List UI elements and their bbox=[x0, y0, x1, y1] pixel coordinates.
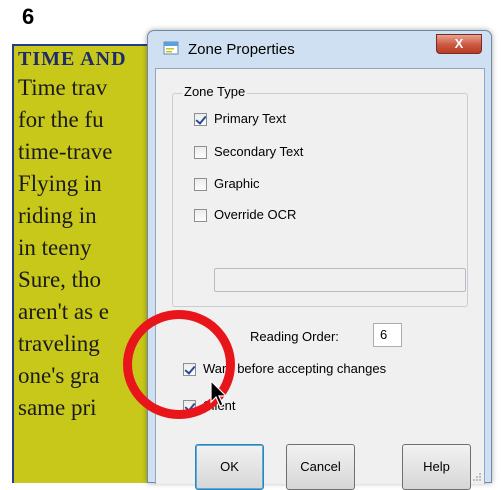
zone-properties-dialog: Zone Properties X Zone Type Primary Text… bbox=[147, 30, 492, 490]
resize-grip-icon[interactable] bbox=[472, 472, 482, 482]
doc-line: same pri bbox=[18, 395, 97, 420]
checkbox-label: Warn before accepting changes bbox=[203, 361, 387, 376]
doc-line: in teeny bbox=[18, 235, 92, 260]
checkbox-box[interactable] bbox=[183, 400, 196, 413]
doc-line: one's gra bbox=[18, 363, 100, 388]
title-bar[interactable]: Zone Properties X bbox=[148, 31, 491, 68]
doc-line: aren't as e bbox=[18, 299, 109, 324]
close-icon: X bbox=[454, 36, 464, 51]
zone-properties-icon bbox=[163, 41, 179, 55]
doc-line: Sure, tho bbox=[18, 267, 102, 292]
reading-order-label: Reading Order: bbox=[250, 329, 339, 344]
text-zone[interactable]: TIME AND Time trav for the fu time-trave… bbox=[12, 44, 162, 483]
cancel-button[interactable]: Cancel bbox=[286, 444, 355, 490]
checkbox-box[interactable] bbox=[183, 363, 196, 376]
dialog-body: Zone Type Primary Text Secondary Text Gr… bbox=[155, 68, 485, 490]
doc-line: riding in bbox=[18, 203, 97, 228]
doc-heading: TIME AND bbox=[18, 48, 127, 70]
ok-button[interactable]: OK bbox=[195, 444, 264, 490]
override-ocr-field[interactable] bbox=[214, 268, 466, 292]
checkbox-label: Graphic bbox=[214, 176, 260, 191]
doc-line: Time trav bbox=[18, 75, 108, 100]
reading-order-input[interactable]: 6 bbox=[373, 323, 402, 347]
checkbox-label: Override OCR bbox=[214, 207, 297, 222]
doc-line: Flying in bbox=[18, 171, 102, 196]
dialog-title: Zone Properties bbox=[188, 41, 295, 58]
doc-line: traveling bbox=[18, 331, 100, 356]
checkbox-label: Secondary Text bbox=[214, 144, 304, 159]
checkbox-box[interactable] bbox=[194, 113, 207, 126]
checkbox-label: Primary Text bbox=[214, 111, 286, 126]
page-number: 6 bbox=[22, 4, 35, 29]
checkbox-box[interactable] bbox=[194, 146, 207, 159]
zone-type-legend: Zone Type bbox=[182, 84, 248, 99]
help-button[interactable]: Help bbox=[402, 444, 471, 490]
checkbox-box[interactable] bbox=[194, 209, 207, 222]
close-button[interactable]: X bbox=[436, 34, 482, 54]
doc-line: for the fu bbox=[18, 107, 104, 132]
doc-line: time-trave bbox=[18, 139, 113, 164]
checkbox-label: Silent bbox=[203, 398, 236, 413]
checkbox-box[interactable] bbox=[194, 178, 207, 191]
